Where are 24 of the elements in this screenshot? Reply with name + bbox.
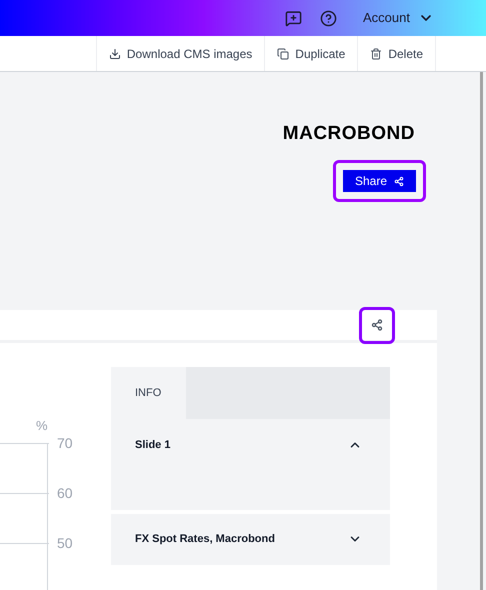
- grid-line: [0, 443, 49, 444]
- axis-tick-label: 50: [57, 536, 73, 550]
- grid-line: [0, 493, 49, 494]
- download-icon: [108, 48, 121, 60]
- account-menu[interactable]: Account: [363, 8, 434, 28]
- help-icon[interactable]: [320, 10, 338, 26]
- info-tab[interactable]: INFO: [111, 367, 186, 419]
- share-icon-button[interactable]: [359, 306, 395, 344]
- accordion-section[interactable]: Slide 1: [111, 419, 390, 510]
- copy-icon: [277, 48, 290, 60]
- share-icon: [394, 176, 404, 186]
- accordion-section[interactable]: FX Spot Rates, Macrobond: [111, 514, 390, 565]
- toolbar-button[interactable]: Duplicate: [264, 36, 358, 71]
- axis-tick-label: 60: [57, 486, 73, 500]
- share-button[interactable]: Share: [343, 170, 416, 192]
- logo: MACROBOND: [282, 124, 415, 143]
- axis-unit-label: %: [36, 417, 48, 435]
- add-comment-icon[interactable]: [285, 10, 302, 26]
- toolbar-button[interactable]: Delete: [357, 36, 436, 71]
- toolbar-button[interactable]: Download CMS images: [96, 36, 264, 71]
- trash-icon: [370, 48, 382, 60]
- share-icon: [371, 319, 383, 331]
- grid-line: [0, 543, 49, 544]
- axis-tick-label: 70: [57, 436, 73, 450]
